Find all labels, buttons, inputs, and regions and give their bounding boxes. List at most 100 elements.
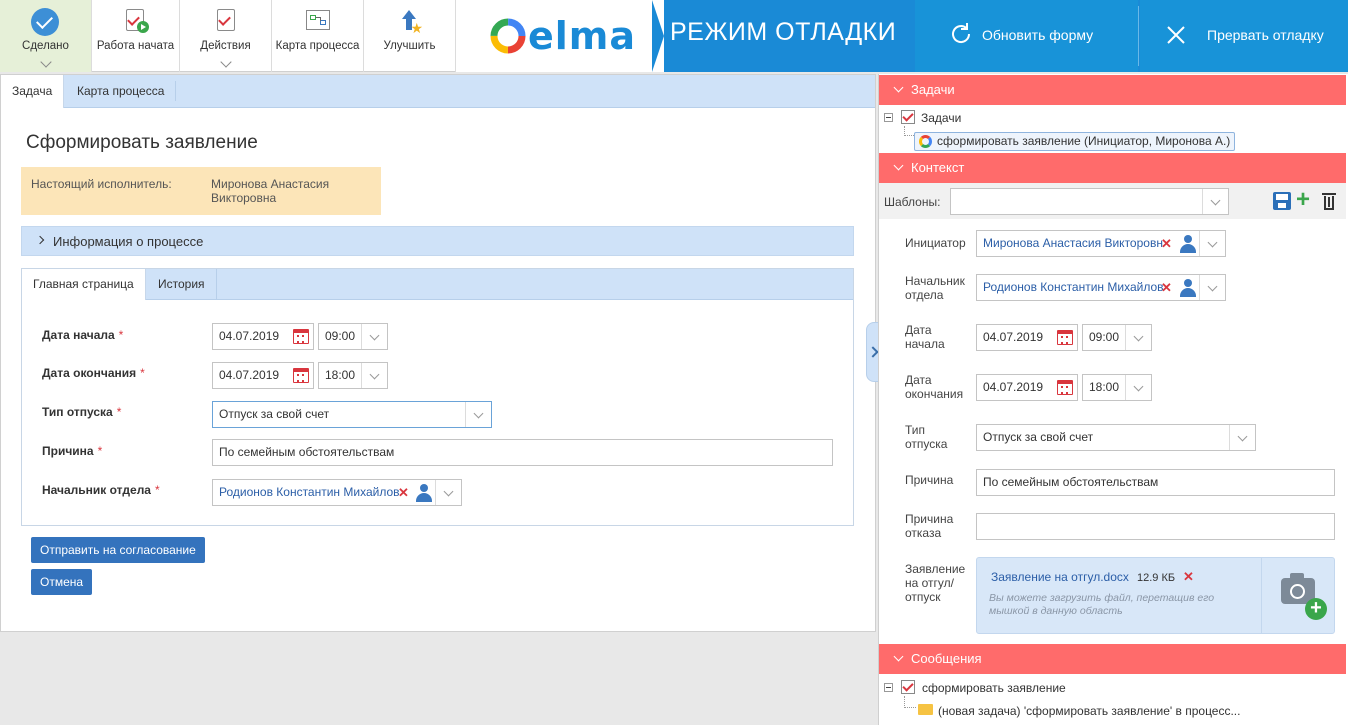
actions-icon <box>214 8 238 34</box>
ctx-reason-input[interactable]: По семейным обстоятельствам <box>976 469 1335 496</box>
header-divider <box>1138 6 1139 66</box>
tasks-header[interactable]: Задачи <box>879 75 1346 105</box>
tasks-tree: Задачи сформировать заявление (Инициатор… <box>884 110 1344 152</box>
file-link[interactable]: Заявление на отгул.docx <box>991 570 1129 584</box>
dept-head-label: Начальник отдела <box>905 274 965 302</box>
process-map-icon <box>305 8 330 34</box>
tree-collapse-icon[interactable] <box>884 683 893 692</box>
remove-icon[interactable]: ✕ <box>398 480 409 505</box>
chevron-down-icon[interactable] <box>1202 189 1228 214</box>
abort-debug-button[interactable]: Прервать отладку <box>1140 0 1348 72</box>
ctx-start-date-label: Дата начала <box>905 323 945 351</box>
done-button[interactable]: Сделано <box>0 0 92 72</box>
work-started-button[interactable]: Работа начата <box>92 0 180 72</box>
remove-icon[interactable]: ✕ <box>1161 275 1172 300</box>
actions-button[interactable]: Действия <box>180 0 272 72</box>
file-drop-area[interactable]: Заявление на отгул.docx 12.9 КБ ✕ Вы мож… <box>976 557 1335 634</box>
refusal-reason-input[interactable] <box>976 513 1335 540</box>
ctx-end-date-input[interactable]: 04.07.2019 <box>976 374 1078 401</box>
file-size: 12.9 КБ <box>1137 572 1176 584</box>
checkmark-icon <box>31 8 59 36</box>
user-icon[interactable] <box>1180 235 1196 253</box>
chevron-down-icon[interactable] <box>1199 231 1225 256</box>
tab-process-map[interactable]: Карта процесса <box>66 81 177 101</box>
page-title: Сформировать заявление <box>26 132 258 153</box>
ctx-start-date-input[interactable]: 04.07.2019 <box>976 324 1078 351</box>
ctx-leave-type-select[interactable]: Отпуск за свой счет <box>976 424 1256 451</box>
templates-select[interactable] <box>950 188 1229 215</box>
chevron-down-icon <box>893 160 904 171</box>
start-time-select[interactable]: 09:00 <box>318 323 388 350</box>
message-item[interactable]: (новая задача) 'сформировать заявление' … <box>938 704 1240 718</box>
refresh-form-button[interactable]: Обновить форму <box>915 0 1138 72</box>
done-label: Сделано <box>22 40 69 52</box>
tree-collapse-icon[interactable] <box>884 113 893 122</box>
executor-name: Миронова Анастасия Викторовна <box>211 177 330 205</box>
refresh-form-label: Обновить форму <box>982 27 1094 43</box>
tab-main-page[interactable]: Главная страница <box>22 269 146 300</box>
chevron-down-icon[interactable] <box>361 324 387 349</box>
tasks-root-label: Задачи <box>921 111 962 125</box>
remove-icon[interactable]: ✕ <box>1161 231 1172 256</box>
messages-tree: сформировать заявление (новая задача) 'с… <box>884 680 1344 722</box>
chevron-down-icon[interactable] <box>465 402 491 427</box>
cancel-button[interactable]: Отмена <box>31 569 93 595</box>
calendar-icon[interactable] <box>293 329 309 344</box>
ctx-end-time-select[interactable]: 18:00 <box>1082 374 1152 401</box>
refusal-reason-label: Причина отказа <box>905 512 954 540</box>
start-date-label: Дата начала * <box>42 328 124 342</box>
remove-file-icon[interactable]: ✕ <box>1183 569 1194 585</box>
calendar-icon[interactable] <box>293 368 309 383</box>
executor-label: Настоящий исполнитель: <box>31 177 172 191</box>
messages-root-label: сформировать заявление <box>922 681 1066 695</box>
initiator-input[interactable]: Миронова Анастасия Викторовна ✕ <box>976 230 1226 257</box>
ctx-start-time-select[interactable]: 09:00 <box>1082 324 1152 351</box>
leave-type-select[interactable]: Отпуск за свой счет <box>212 401 492 428</box>
department-head-label: Начальник отдела * <box>42 483 160 497</box>
chevron-down-icon[interactable] <box>435 480 461 505</box>
calendar-icon[interactable] <box>1057 330 1073 345</box>
leave-type-label: Тип отпуска * <box>42 405 122 419</box>
process-map-button[interactable]: Карта процесса <box>272 0 364 72</box>
start-date-input[interactable]: 04.07.2019 <box>212 323 314 350</box>
user-icon[interactable] <box>1180 279 1196 297</box>
reason-label: Причина * <box>42 444 103 458</box>
chevron-down-icon <box>39 56 52 68</box>
chevron-down-icon <box>219 56 232 68</box>
form-tabs: Главная страница История <box>22 269 853 300</box>
refresh-icon <box>952 23 971 43</box>
reason-input[interactable]: По семейным обстоятельствам <box>212 439 833 466</box>
chevron-down-icon[interactable] <box>1199 275 1225 300</box>
add-file-icon[interactable]: + <box>1305 598 1327 620</box>
chevron-down-icon[interactable] <box>1229 425 1255 450</box>
tab-history[interactable]: История <box>147 269 217 300</box>
messages-header[interactable]: Сообщения <box>879 644 1346 674</box>
dept-head-input[interactable]: Родионов Константин Михайлов ✕ <box>976 274 1226 301</box>
close-icon <box>1167 26 1185 44</box>
chevron-down-icon[interactable] <box>1125 325 1151 350</box>
task-item[interactable]: сформировать заявление (Инициатор, Мирон… <box>914 132 1236 151</box>
tab-task[interactable]: Задача <box>1 75 65 108</box>
end-date-input[interactable]: 04.07.2019 <box>212 362 314 389</box>
context-header[interactable]: Контекст <box>879 153 1346 183</box>
ctx-end-date-label: Дата окончания <box>905 373 964 401</box>
debug-bar-notch <box>652 0 664 72</box>
chevron-down-icon[interactable] <box>361 363 387 388</box>
department-head-input[interactable]: Родионов Константин Михайлов ✕ <box>212 479 462 506</box>
envelope-icon <box>918 704 933 715</box>
end-time-select[interactable]: 18:00 <box>318 362 388 389</box>
process-info-toggle[interactable]: Информация о процессе <box>21 226 854 256</box>
send-approval-button[interactable]: Отправить на согласование <box>31 537 205 563</box>
end-date-label: Дата окончания * <box>42 366 145 380</box>
trash-icon[interactable] <box>1322 192 1336 210</box>
add-icon[interactable]: + <box>1296 188 1310 212</box>
improve-icon: ★ <box>398 8 423 35</box>
save-icon[interactable] <box>1273 192 1291 210</box>
task-check-icon <box>901 110 915 124</box>
abort-debug-label: Прервать отладку <box>1207 27 1324 43</box>
calendar-icon[interactable] <box>1057 380 1073 395</box>
chevron-down-icon[interactable] <box>1125 375 1151 400</box>
improve-button[interactable]: ★ Улучшить <box>364 0 456 72</box>
user-icon[interactable] <box>416 484 432 502</box>
elma-task-icon <box>919 135 932 148</box>
